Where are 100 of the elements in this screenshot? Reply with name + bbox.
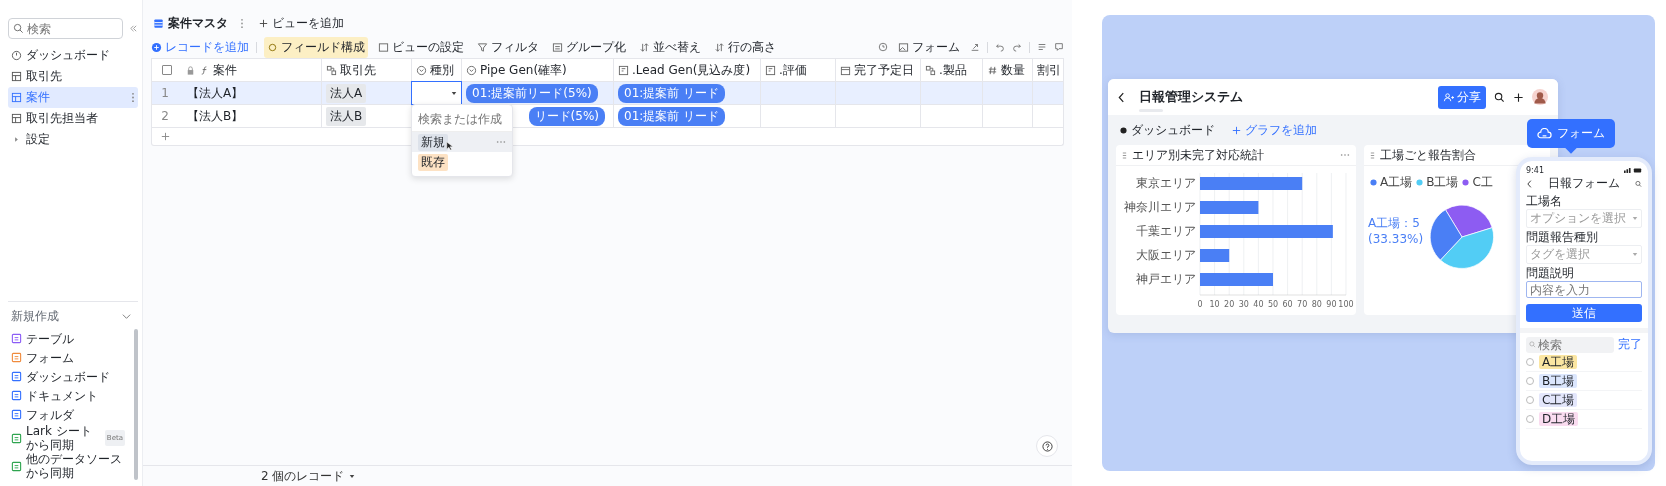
redo-icon[interactable] (1012, 42, 1022, 52)
section-title: 新規作成 (11, 308, 59, 325)
share-icon[interactable] (970, 42, 980, 52)
more-icon[interactable] (496, 140, 506, 144)
option-search-field[interactable]: 検索または作成 (412, 109, 512, 132)
column-header[interactable]: 取引先 (322, 59, 412, 81)
more-icon[interactable] (131, 92, 135, 103)
create-item[interactable]: 他のデータソースから同期 (8, 452, 128, 480)
toolbar-button[interactable]: グループ化 (549, 36, 629, 58)
toolbar-button[interactable]: 並べ替え (636, 36, 704, 58)
undo-icon[interactable] (995, 42, 1005, 52)
chevron-down-icon[interactable] (121, 311, 132, 322)
doc-icon (11, 390, 22, 401)
bar (1200, 201, 1259, 214)
search-field[interactable]: 検索 (8, 18, 123, 39)
chart-title: 工場ごと報告割合 (1380, 146, 1476, 164)
clock-icon[interactable] (878, 42, 888, 52)
more-icon[interactable] (1340, 153, 1350, 157)
sidebar-item[interactable]: ダッシュボード (8, 45, 138, 66)
list-icon[interactable] (1037, 42, 1047, 52)
legend-item: B工場 (1416, 174, 1459, 191)
drag-handle-icon[interactable] (1370, 150, 1375, 160)
image-icon (898, 41, 909, 53)
column-header[interactable]: 案件 (152, 59, 322, 81)
table-icon (11, 92, 22, 103)
partner-tag: 法人B (326, 106, 367, 126)
height-icon (714, 41, 725, 53)
stage-tag: 01:提案前リード(5%) (466, 83, 598, 103)
more-icon[interactable] (240, 17, 244, 29)
plus-icon[interactable] (1513, 91, 1524, 103)
add-row-icon[interactable] (160, 131, 171, 142)
add-record-button[interactable]: レコードを追加 (151, 38, 249, 56)
tick-label: 0 (1197, 300, 1203, 309)
option-item[interactable]: 既存 (412, 152, 512, 172)
person-add-icon (1443, 91, 1454, 103)
create-item[interactable]: フォルダ (8, 405, 128, 424)
slice-label: (33.33%) (1368, 232, 1424, 246)
column-header[interactable]: 割引 (1033, 59, 1063, 81)
sidebar-item[interactable]: 取引先 (8, 66, 138, 87)
form-button[interactable]: フォーム (895, 36, 963, 58)
toolbar-button[interactable]: フィールド構成 (264, 36, 368, 58)
input-field[interactable]: 内容を入力 (1526, 281, 1642, 298)
sidebar-item[interactable]: 取引先担当者 (8, 108, 138, 129)
create-item[interactable]: ドキュメント (8, 386, 128, 405)
caret-icon (1632, 216, 1638, 221)
app-title: 日報管理システム (1139, 88, 1243, 106)
sidebar-item[interactable]: 設定 (8, 129, 138, 150)
comment-icon[interactable] (1054, 42, 1064, 52)
stage-tag: 01:提案前 リード (618, 83, 726, 103)
search-field[interactable]: 検索 (1526, 336, 1614, 353)
sidebar-item[interactable]: 案件 (8, 87, 138, 108)
select-all-checkbox[interactable] (162, 65, 172, 75)
row-number: 1 (160, 86, 170, 100)
search-icon[interactable] (1494, 91, 1505, 103)
toolbar-button[interactable]: 行の高さ (711, 36, 779, 58)
submit-button[interactable]: 送信 (1526, 304, 1642, 322)
create-item[interactable]: ダッシュボード (8, 367, 128, 386)
column-header[interactable]: Pipe Gen(確率) (462, 59, 614, 81)
option-tag: C工場 (1539, 393, 1578, 407)
column-header[interactable]: 数量 (983, 59, 1033, 81)
select-editor[interactable] (411, 81, 462, 105)
axis-label: 大阪エリア (1136, 248, 1196, 262)
add-view-button[interactable]: ビューを追加 (258, 14, 344, 32)
toolbar-button[interactable]: ビューの設定 (375, 36, 467, 58)
tick-label: 60 (1282, 300, 1293, 309)
view-tab[interactable]: 案件マスタ (153, 14, 244, 32)
drag-handle-icon[interactable] (1122, 150, 1127, 160)
avatar[interactable] (1532, 89, 1548, 105)
record-count[interactable]: 2 個のレコード (261, 467, 356, 485)
column-header[interactable]: .製品 (921, 59, 983, 81)
search-input[interactable]: 検索 (1538, 337, 1598, 352)
add-chart-button[interactable]: グラフを追加 (1231, 121, 1317, 139)
search-input[interactable]: 検索 (27, 21, 107, 36)
scrollbar[interactable] (134, 329, 138, 480)
create-item[interactable]: フォーム (8, 348, 128, 367)
stage-tag: 01:提案前 リード (618, 106, 726, 126)
option-item[interactable]: 新規 (412, 132, 512, 152)
cursor-icon (446, 141, 454, 151)
back-icon[interactable] (1118, 91, 1125, 103)
stage-tag: リード(5%) (528, 106, 605, 126)
search-input[interactable]: 検索または作成 (418, 112, 506, 126)
sort-icon (639, 41, 650, 53)
plus-icon (1231, 124, 1242, 136)
table-row[interactable]: 1 【法人A】 法人A 01:提案前リード(5%) 01:提案前 リード (152, 82, 1063, 105)
tick-label: 90 (1326, 300, 1337, 309)
option-tag: A工場 (1539, 355, 1578, 369)
column-header[interactable]: 完了予定日 (836, 59, 921, 81)
table-cell: 【法人A】 (187, 84, 244, 102)
toolbar-button[interactable]: フィルタ (474, 36, 542, 58)
help-button[interactable] (1036, 435, 1058, 457)
row-number: 2 (160, 109, 170, 123)
done-button[interactable]: 完了 (1618, 336, 1642, 353)
column-header[interactable]: .Lead Gen(見込み度) (614, 59, 761, 81)
field-label: 問題説明 (1526, 266, 1575, 280)
lock-icon (185, 64, 196, 76)
collapse-icon[interactable] (129, 24, 138, 33)
dashboard-tab[interactable]: ダッシュボード (1120, 121, 1215, 139)
column-header[interactable]: .評価 (761, 59, 836, 81)
create-item[interactable]: テーブル (8, 329, 128, 348)
share-button[interactable]: 分享 (1438, 85, 1486, 109)
